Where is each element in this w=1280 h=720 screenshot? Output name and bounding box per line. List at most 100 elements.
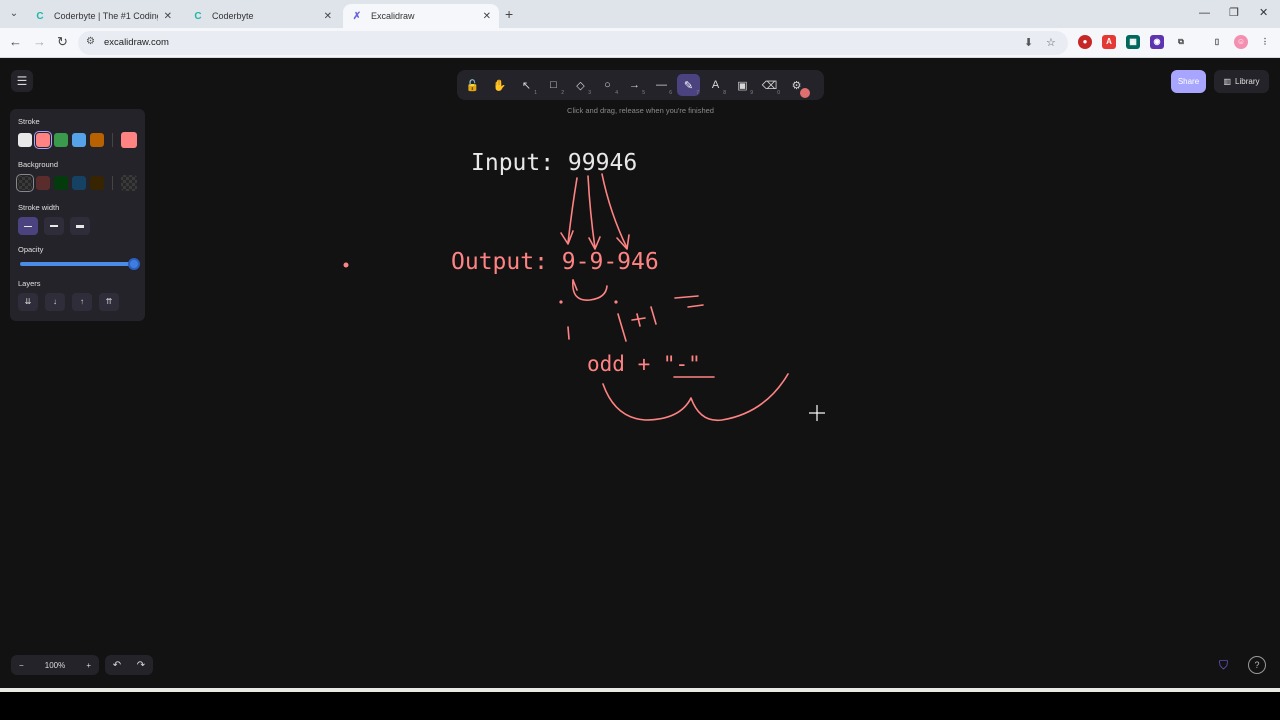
- stroke-swatch-5[interactable]: [90, 133, 104, 147]
- extension-icon[interactable]: ◉: [1150, 35, 1164, 49]
- tool-shortcut-key: 7: [696, 90, 699, 96]
- forward-icon[interactable]: →: [33, 35, 46, 49]
- avatar[interactable]: ☺: [1234, 35, 1248, 49]
- tool-eraser-button[interactable]: ⌫ 0: [758, 74, 781, 97]
- zoom-controls: − 100% +: [11, 655, 99, 675]
- tab-coderbyte-home[interactable]: C Coderbyte | The #1 Coding Ass ✕: [26, 4, 180, 28]
- tool-diamond-button[interactable]: ◇ 3: [569, 74, 592, 97]
- opacity-label: Opacity: [18, 245, 44, 254]
- background-swatch-5[interactable]: [90, 176, 104, 190]
- site-info-icon[interactable]: ⚙: [86, 36, 95, 47]
- tab-title: Excalidraw: [371, 11, 415, 21]
- zoom-out-icon[interactable]: −: [19, 661, 24, 670]
- canvas-text-input[interactable]: Input: 99946: [471, 150, 637, 176]
- stroke-swatch-1[interactable]: [18, 133, 32, 147]
- tool-image-button[interactable]: ▣ 9: [731, 74, 754, 97]
- main-menu-button[interactable]: ☰: [11, 70, 33, 92]
- ai-badge: [800, 88, 810, 98]
- excalidraw-canvas[interactable]: Input: 99946 Output: 9-9-946 odd + "-" ☰…: [0, 58, 1280, 688]
- background-swatch-1[interactable]: [16, 174, 34, 192]
- extension-icon[interactable]: ●: [1078, 35, 1092, 49]
- close-icon[interactable]: ✕: [324, 11, 332, 22]
- tool-hand-button[interactable]: ✋: [488, 74, 511, 96]
- redo-icon[interactable]: ↷: [137, 660, 145, 671]
- background-swatch-4[interactable]: [72, 176, 86, 190]
- close-icon[interactable]: ✕: [483, 11, 491, 22]
- tool-selection-button[interactable]: ↖ 1: [515, 74, 538, 97]
- bookmark-star-icon[interactable]: ☆: [1046, 36, 1056, 49]
- background-swatch-3[interactable]: [54, 176, 68, 190]
- ink-one-stroke: [650, 306, 657, 325]
- new-tab-button[interactable]: +: [505, 6, 513, 22]
- tool-rectangle-button[interactable]: □ 2: [542, 74, 565, 96]
- canvas-text-output[interactable]: Output: 9-9-946: [451, 249, 659, 275]
- tool-shortcut-key: 1: [534, 90, 537, 96]
- stroke-swatch-3[interactable]: [54, 133, 68, 147]
- zoom-level[interactable]: 100%: [45, 661, 65, 670]
- tool-shortcut-key: 0: [777, 90, 780, 96]
- selection-icon: ↖: [521, 79, 532, 92]
- opacity-slider-thumb[interactable]: [128, 258, 140, 270]
- stroke-label: Stroke: [18, 117, 40, 126]
- extensions-puzzle-icon[interactable]: ⧉: [1174, 35, 1188, 49]
- tool-shortcut-key: 9: [750, 90, 753, 96]
- install-app-icon[interactable]: ⬇: [1024, 36, 1033, 49]
- ink-dot: [614, 300, 618, 304]
- ink-equals-top: [674, 295, 699, 299]
- back-icon[interactable]: ←: [9, 35, 22, 49]
- more-menu-icon[interactable]: ⋮: [1258, 35, 1272, 49]
- tab-search-icon[interactable]: ⌄: [6, 6, 22, 22]
- tool-shortcut-key: 6: [669, 90, 672, 96]
- library-label: Library: [1235, 77, 1260, 86]
- zoom-in-icon[interactable]: +: [86, 661, 91, 670]
- adblock-icon[interactable]: A: [1102, 35, 1116, 49]
- tool-arrow-button[interactable]: → 5: [623, 74, 646, 96]
- tab-coderbyte[interactable]: C Coderbyte ✕: [184, 4, 340, 28]
- image-icon: ▣: [737, 79, 748, 92]
- tool-ellipse-button[interactable]: ○ 4: [596, 74, 619, 96]
- canvas-text-odd[interactable]: odd + "-": [587, 352, 701, 376]
- browser-tab-strip: ⌄ C Coderbyte | The #1 Coding Ass ✕ C Co…: [0, 0, 1280, 28]
- properties-panel: Stroke Background Stroke width Opacity L…: [10, 109, 145, 321]
- stroke-width-extra-bold-button[interactable]: [70, 217, 90, 235]
- tool-line-button[interactable]: —6: [650, 74, 673, 96]
- current-background-color-button[interactable]: [121, 175, 137, 191]
- tool-draw-button[interactable]: ✎ 7: [677, 74, 700, 96]
- tool-text-button[interactable]: A8: [704, 74, 727, 96]
- address-bar[interactable]: ⚙ excalidraw.com ⬇ ☆: [78, 31, 1068, 55]
- tab-excalidraw[interactable]: ✗ Excalidraw ✕: [343, 4, 499, 28]
- stroke-width-bold-button[interactable]: [44, 217, 64, 235]
- send-backward-icon[interactable]: ↓: [45, 293, 65, 311]
- bring-forward-icon[interactable]: ↑: [72, 293, 92, 311]
- opacity-slider[interactable]: [20, 262, 138, 266]
- hand-icon: ✋: [492, 79, 507, 92]
- ink-arrow-3: [601, 173, 628, 249]
- minimize-icon[interactable]: —: [1199, 6, 1210, 20]
- bring-to-front-icon[interactable]: ⇈: [99, 293, 119, 311]
- tool-more-tools-button[interactable]: ⚙: [785, 74, 810, 98]
- stroke-swatch-2[interactable]: [34, 131, 52, 149]
- tool-lock-button[interactable]: 🔓: [461, 74, 484, 96]
- undo-icon[interactable]: ↶: [113, 660, 121, 671]
- window-close-icon[interactable]: ✕: [1259, 6, 1268, 20]
- restore-icon[interactable]: ❐: [1229, 6, 1239, 20]
- shield-icon[interactable]: ⛉: [1219, 658, 1228, 673]
- ink-equals-bottom: [687, 304, 704, 308]
- side-panel-icon[interactable]: ▯: [1210, 35, 1224, 49]
- draw-icon: ✎: [683, 79, 694, 92]
- current-stroke-color-button[interactable]: [121, 132, 137, 148]
- ink-bracket: [572, 279, 608, 301]
- reload-icon[interactable]: ↻: [57, 35, 68, 49]
- help-button[interactable]: ?: [1248, 656, 1266, 674]
- background-swatch-2[interactable]: [36, 176, 50, 190]
- close-icon[interactable]: ✕: [164, 11, 172, 22]
- ink-i-stroke: [617, 313, 627, 342]
- share-button[interactable]: Share: [1171, 70, 1206, 93]
- send-to-back-icon[interactable]: ⇊: [18, 293, 38, 311]
- library-button[interactable]: ▥ Library: [1214, 70, 1269, 93]
- stroke-swatch-4[interactable]: [72, 133, 86, 147]
- ink-i-stroke: [567, 326, 570, 340]
- extension-icon[interactable]: ▦: [1126, 35, 1140, 49]
- arrow-icon: →: [629, 79, 640, 91]
- stroke-width-thin-button[interactable]: [18, 217, 38, 235]
